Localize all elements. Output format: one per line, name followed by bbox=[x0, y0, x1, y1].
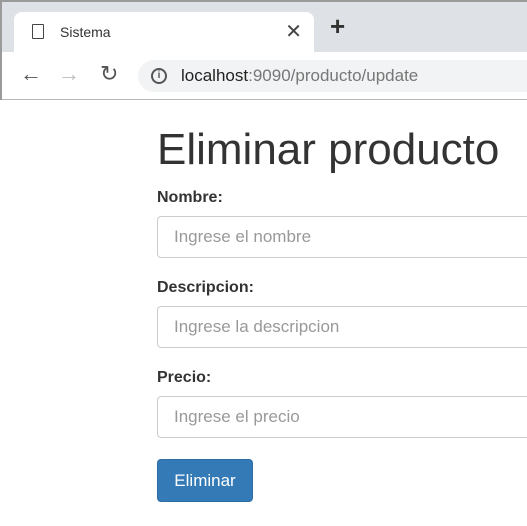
browser-tab[interactable]: Sistema ✕ bbox=[14, 12, 314, 52]
precio-input[interactable] bbox=[157, 396, 527, 438]
tab-title: Sistema bbox=[60, 24, 111, 40]
page-title: Eliminar producto bbox=[157, 125, 500, 174]
url-text[interactable]: localhost:9090/producto/update bbox=[181, 66, 418, 86]
url-host: localhost bbox=[181, 66, 249, 85]
eliminar-button[interactable]: Eliminar bbox=[157, 459, 253, 502]
address-bar[interactable]: i localhost:9090/producto/update bbox=[138, 60, 527, 92]
tab-strip: Sistema ✕ + bbox=[2, 2, 527, 52]
delete-form: Eliminar producto Nombre: Descripcion: P… bbox=[157, 125, 527, 502]
browser-window: Sistema ✕ + ← → ↻ i localhost:9090/produ… bbox=[0, 0, 527, 100]
descripcion-input[interactable] bbox=[157, 306, 527, 348]
page-icon bbox=[32, 24, 44, 39]
nombre-input[interactable] bbox=[157, 216, 527, 258]
forward-icon[interactable]: → bbox=[58, 61, 80, 87]
url-path: :9090/producto/update bbox=[248, 66, 419, 85]
back-icon[interactable]: ← bbox=[20, 61, 42, 87]
reload-icon[interactable]: ↻ bbox=[100, 61, 118, 87]
descripcion-label: Descripcion: bbox=[157, 279, 254, 296]
nombre-label: Nombre: bbox=[157, 189, 223, 206]
close-tab-icon[interactable]: ✕ bbox=[285, 19, 302, 44]
info-icon[interactable]: i bbox=[151, 68, 167, 84]
toolbar: ← → ↻ i localhost:9090/producto/update bbox=[2, 52, 527, 100]
new-tab-icon[interactable]: + bbox=[330, 13, 345, 39]
precio-label: Precio: bbox=[157, 369, 212, 386]
